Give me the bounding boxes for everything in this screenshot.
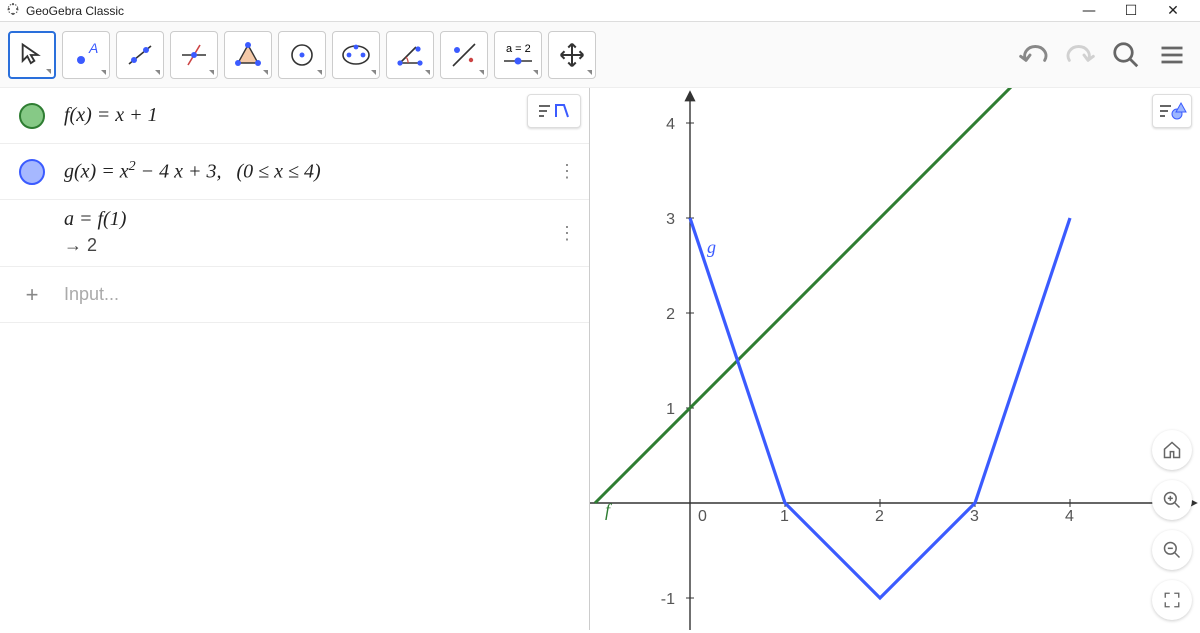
zoom-in-button[interactable] xyxy=(1152,480,1192,520)
svg-text:4: 4 xyxy=(666,116,675,133)
graphics-nav-buttons xyxy=(1152,430,1192,620)
tool-move-button[interactable] xyxy=(8,31,56,79)
window-minimize-button[interactable]: — xyxy=(1068,3,1110,19)
graphics-style-button[interactable] xyxy=(1152,94,1192,128)
algebra-sort-button[interactable] xyxy=(527,94,581,128)
algebra-input-row: + Input... xyxy=(0,267,589,323)
expression-text: a = f(1) xyxy=(64,200,545,231)
row-more-icon[interactable]: ⋮ xyxy=(545,223,589,244)
window-close-button[interactable]: ✕ xyxy=(1152,3,1194,19)
svg-text:1: 1 xyxy=(780,508,789,525)
tool-point-button[interactable]: A xyxy=(62,31,110,79)
redo-button[interactable] xyxy=(1060,35,1100,75)
window-maximize-button[interactable]: ☐ xyxy=(1110,3,1152,19)
svg-text:-1: -1 xyxy=(661,591,675,608)
algebra-view: f(x) = x + 1 g(x) = x2 − 4 x + 3, (0 ≤ x… xyxy=(0,88,590,630)
expression-text: g(x) = x2 − 4 x + 3, (0 ≤ x ≤ 4) xyxy=(64,151,545,192)
tool-move-graphics-button[interactable] xyxy=(548,31,596,79)
svg-text:0: 0 xyxy=(698,508,707,525)
app-title: GeoGebra Classic xyxy=(26,4,124,18)
algebra-row[interactable]: f(x) = x + 1 xyxy=(0,88,589,144)
zoom-out-button[interactable] xyxy=(1152,530,1192,570)
tool-angle-button[interactable] xyxy=(386,31,434,79)
graphics-view[interactable]: 0 1 2 3 4 1 2 3 4 -1 xyxy=(590,88,1200,630)
svg-text:2: 2 xyxy=(875,508,884,525)
add-expression-icon[interactable]: + xyxy=(0,282,64,308)
algebra-input-field[interactable]: Input... xyxy=(64,284,589,305)
tool-circle-button[interactable] xyxy=(278,31,326,79)
algebra-row[interactable]: g(x) = x2 − 4 x + 3, (0 ≤ x ≤ 4) ⋮ xyxy=(0,144,589,200)
svg-text:3: 3 xyxy=(666,211,675,228)
svg-text:3: 3 xyxy=(970,508,979,525)
tool-line-button[interactable] xyxy=(116,31,164,79)
expression-result: → 2 xyxy=(64,231,545,266)
fullscreen-button[interactable] xyxy=(1152,580,1192,620)
y-ticks: 1 2 3 4 -1 xyxy=(661,116,694,608)
title-bar: GeoGebra Classic — ☐ ✕ xyxy=(0,0,1200,22)
tool-toolbar: A a = 2 xyxy=(0,22,1200,88)
visibility-toggle[interactable] xyxy=(0,103,64,129)
home-view-button[interactable] xyxy=(1152,430,1192,470)
svg-text:A: A xyxy=(88,40,98,56)
search-button[interactable] xyxy=(1106,35,1146,75)
tool-perpendicular-button[interactable] xyxy=(170,31,218,79)
app-logo-icon xyxy=(6,2,20,19)
svg-text:a = 2: a = 2 xyxy=(506,43,531,55)
undo-button[interactable] xyxy=(1014,35,1054,75)
svg-text:4: 4 xyxy=(1065,508,1074,525)
tool-polygon-button[interactable] xyxy=(224,31,272,79)
algebra-row[interactable]: a = f(1) → 2 ⋮ xyxy=(0,200,589,267)
tool-ellipse-button[interactable] xyxy=(332,31,380,79)
expression-text: f(x) = x + 1 xyxy=(64,96,545,135)
visibility-toggle[interactable] xyxy=(0,159,64,185)
curve-g-label: g xyxy=(707,237,716,257)
tool-slider-button[interactable]: a = 2 xyxy=(494,31,542,79)
tool-reflect-button[interactable] xyxy=(440,31,488,79)
main-area: f(x) = x + 1 g(x) = x2 − 4 x + 3, (0 ≤ x… xyxy=(0,88,1200,630)
svg-text:2: 2 xyxy=(666,306,675,323)
svg-text:1: 1 xyxy=(666,401,675,418)
coordinate-plane[interactable]: 0 1 2 3 4 1 2 3 4 -1 xyxy=(590,88,1200,630)
curve-g[interactable] xyxy=(690,218,1070,598)
hamburger-menu-button[interactable] xyxy=(1152,35,1192,75)
row-more-icon[interactable]: ⋮ xyxy=(545,161,589,182)
curve-f[interactable] xyxy=(595,88,1090,503)
